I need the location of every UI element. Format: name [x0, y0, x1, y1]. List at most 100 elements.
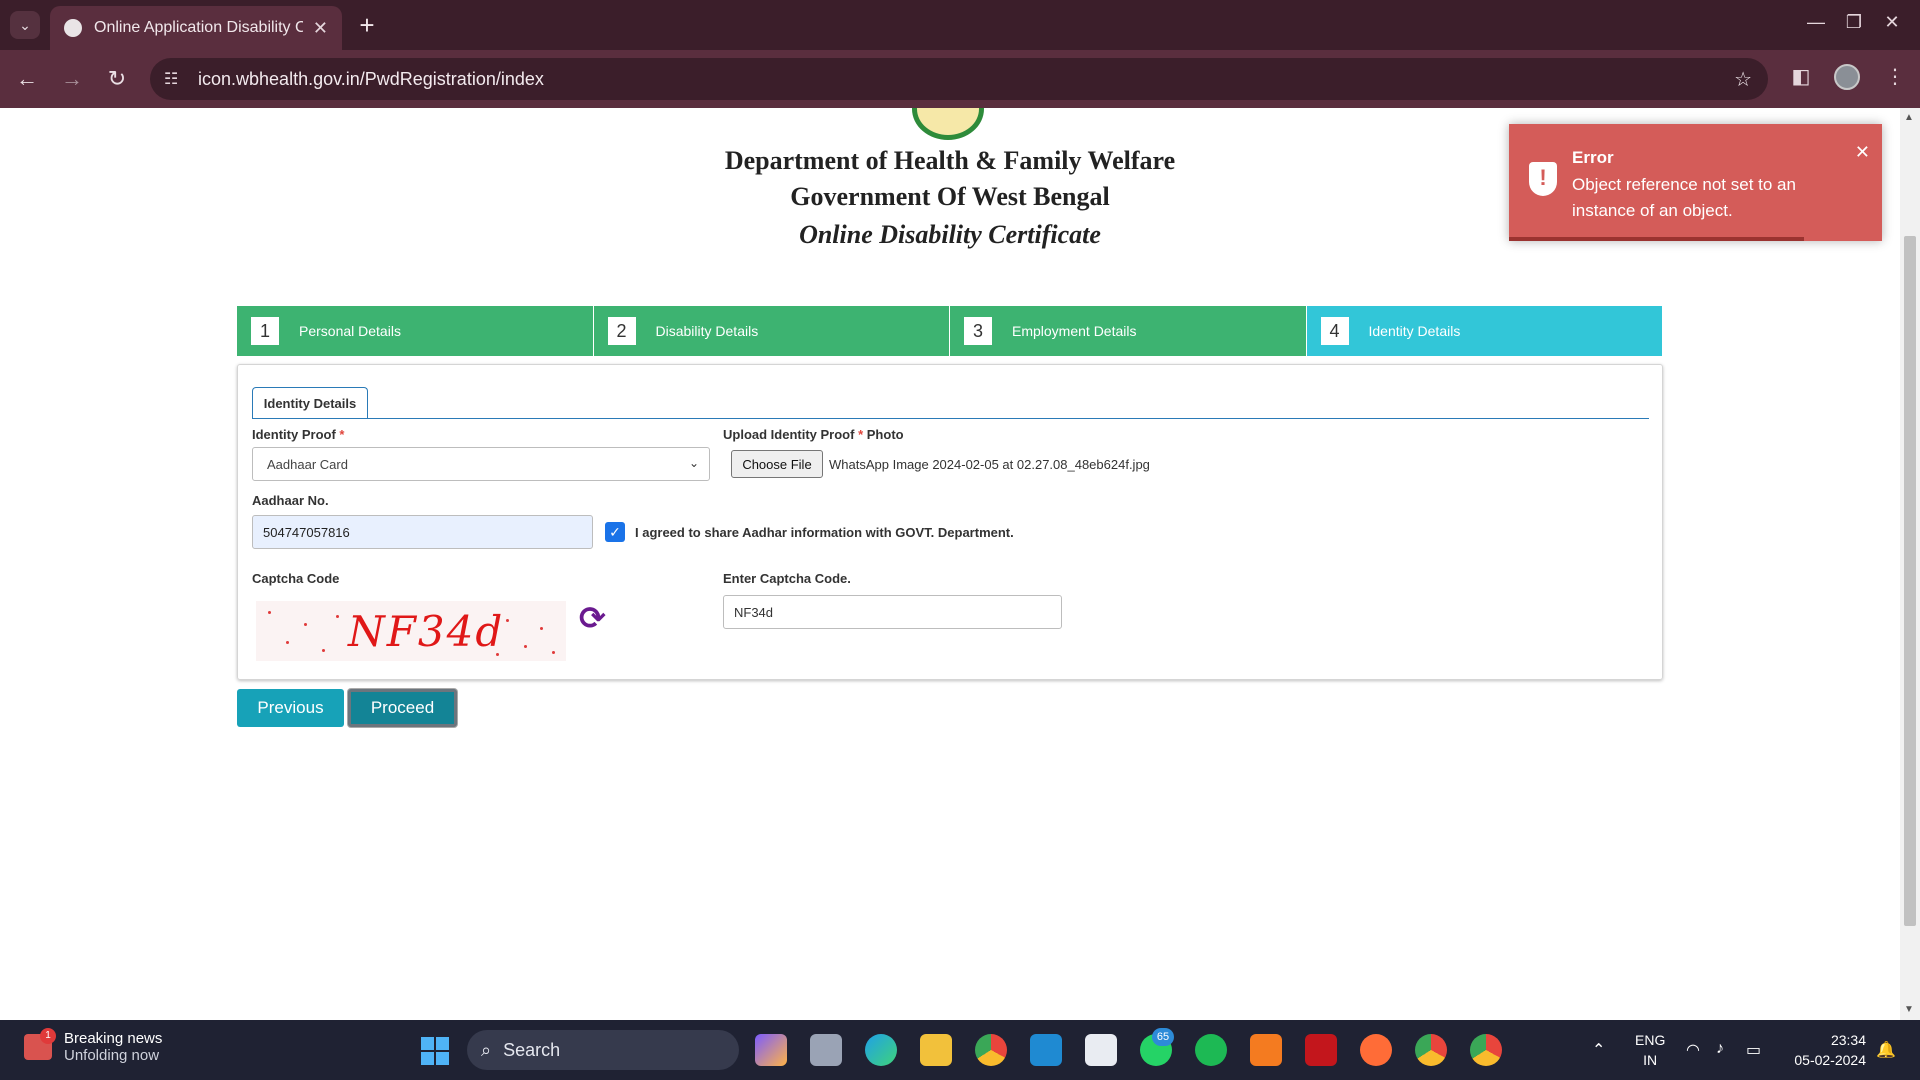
notification-bell-icon[interactable]: 🔔: [1876, 1040, 1896, 1060]
aadhaar-label: Aadhaar No.: [252, 493, 329, 508]
site-info-icon[interactable]: ☷: [164, 69, 186, 89]
system-clock[interactable]: 23:34 05-02-2024: [1782, 1030, 1866, 1070]
required-mark: *: [339, 427, 345, 442]
taskbar-search[interactable]: ⌕ Search: [467, 1030, 739, 1070]
toast-message: Object reference not set to an instance …: [1572, 175, 1796, 220]
search-icon: ⌕: [481, 1039, 492, 1060]
scroll-up-arrow-icon[interactable]: ▲: [1904, 112, 1914, 123]
url-text: icon.wbhealth.gov.in/PwdRegistration/ind…: [198, 68, 544, 89]
identity-proof-select[interactable]: Aadhaar Card ⌄: [252, 447, 710, 481]
restore-icon[interactable]: ❐: [1834, 12, 1874, 33]
chrome-profile-2-icon[interactable]: [1470, 1034, 1502, 1066]
menu-kebab-icon[interactable]: ⋮: [1880, 64, 1910, 89]
captcha-image: NF34d: [256, 601, 566, 661]
upload-label-text: Upload Identity Proof: [723, 427, 855, 442]
browser-tab[interactable]: Online Application Disability Ce ✕: [50, 6, 342, 50]
filezilla-icon[interactable]: [1305, 1034, 1337, 1066]
step-number: 4: [1320, 317, 1349, 345]
copilot-icon[interactable]: [755, 1034, 787, 1066]
step-identity-details[interactable]: 4 Identity Details: [1306, 306, 1662, 356]
step-label: Personal Details: [299, 323, 401, 339]
battery-icon[interactable]: ▭: [1746, 1040, 1761, 1060]
new-tab-button[interactable]: +: [352, 10, 382, 40]
news-subtitle: Unfolding now: [64, 1047, 160, 1064]
bookmark-star-icon[interactable]: ☆: [1734, 67, 1752, 92]
chrome-icon[interactable]: [975, 1034, 1007, 1066]
step-disability-details[interactable]: 2 Disability Details: [593, 306, 950, 356]
close-tab-icon[interactable]: ✕: [313, 18, 328, 39]
step-number: 1: [251, 317, 279, 345]
step-employment-details[interactable]: 3 Employment Details: [950, 306, 1307, 356]
upload-label-suffix: Photo: [866, 427, 904, 442]
lang-line1: ENG: [1635, 1032, 1666, 1048]
task-view-icon[interactable]: [810, 1034, 842, 1066]
tab-search-button[interactable]: ⌄: [10, 11, 40, 39]
captcha-input[interactable]: NF34d: [723, 595, 1062, 629]
address-bar[interactable]: ☷ icon.wbhealth.gov.in/PwdRegistration/i…: [150, 58, 1768, 100]
toast-title: Error: [1572, 148, 1614, 167]
lang-line2: IN: [1643, 1052, 1658, 1068]
page-scrollbar[interactable]: ▲ ▼: [1900, 108, 1920, 1020]
choose-file-button[interactable]: Choose File: [731, 450, 823, 478]
tab-identity-details[interactable]: Identity Details: [252, 387, 368, 419]
minimize-icon[interactable]: —: [1796, 12, 1836, 33]
proceed-button[interactable]: Proceed: [348, 689, 457, 727]
profile-avatar[interactable]: [1834, 64, 1860, 90]
forward-icon[interactable]: →: [57, 64, 87, 94]
chrome-profile-icon[interactable]: [1415, 1034, 1447, 1066]
step-label: Identity Details: [1368, 323, 1461, 339]
aadhaar-input[interactable]: 504747057816: [252, 515, 593, 549]
search-label: Search: [503, 1039, 561, 1060]
wizard-steps: 1 Personal Details 2 Disability Details …: [237, 306, 1662, 356]
reload-icon[interactable]: ↻: [102, 64, 132, 94]
browser-tab-bar: ⌄ Online Application Disability Ce ✕ + —…: [0, 0, 1920, 50]
selected-file-name: WhatsApp Image 2024-02-05 at 02.27.08_48…: [829, 457, 1150, 472]
scroll-down-arrow-icon[interactable]: ▼: [1904, 1004, 1914, 1015]
enter-captcha-label: Enter Captcha Code.: [723, 571, 851, 586]
identity-form-card: Identity Details Identity Proof * Aadhaa…: [237, 364, 1663, 680]
side-panel-icon[interactable]: ◧: [1786, 64, 1816, 89]
wifi-icon[interactable]: ◠: [1686, 1040, 1700, 1060]
windows-taskbar: 1 Breaking news Unfolding now ⌕ Search 6…: [0, 1020, 1920, 1080]
browser-toolbar: ← → ↻ ☷ icon.wbhealth.gov.in/PwdRegistra…: [0, 50, 1920, 108]
toast-progress-bar: [1509, 237, 1804, 241]
news-icon: 1: [24, 1028, 56, 1060]
back-icon[interactable]: ←: [12, 64, 42, 94]
news-badge: 1: [40, 1028, 56, 1044]
edge-icon[interactable]: [865, 1034, 897, 1066]
scrollbar-thumb[interactable]: [1904, 236, 1916, 926]
volume-icon[interactable]: ♪: [1716, 1040, 1724, 1058]
agree-label: I agreed to share Aadhar information wit…: [635, 525, 1014, 540]
language-indicator[interactable]: ENG IN: [1635, 1030, 1665, 1070]
upload-identity-label: Upload Identity Proof * Photo: [723, 427, 904, 442]
vscode-icon[interactable]: [1030, 1034, 1062, 1066]
site-favicon-icon: [64, 19, 82, 37]
tray-chevron-up-icon[interactable]: ⌃: [1592, 1040, 1605, 1060]
step-label: Employment Details: [1012, 323, 1137, 339]
xampp-icon[interactable]: [1250, 1034, 1282, 1066]
spotify-icon[interactable]: [1195, 1034, 1227, 1066]
news-widget[interactable]: 1 Breaking news Unfolding now: [24, 1028, 163, 1064]
news-title: Breaking news: [64, 1030, 163, 1047]
step-personal-details[interactable]: 1 Personal Details: [237, 306, 594, 356]
step-label: Disability Details: [655, 323, 759, 339]
government-emblem-logo: [912, 108, 984, 140]
toast-close-icon[interactable]: ✕: [1855, 142, 1870, 163]
identity-proof-label-text: Identity Proof: [252, 427, 336, 442]
page-content: Department of Health & Family Welfare Go…: [0, 108, 1900, 1020]
previous-button[interactable]: Previous: [237, 689, 344, 727]
chevron-down-icon: ⌄: [688, 456, 699, 470]
postman-icon[interactable]: [1360, 1034, 1392, 1066]
close-window-icon[interactable]: ✕: [1872, 12, 1912, 33]
windows-start-icon[interactable]: [421, 1037, 449, 1065]
file-explorer-icon[interactable]: [920, 1034, 952, 1066]
captcha-image-text: NF34d: [348, 607, 505, 656]
refresh-captcha-icon[interactable]: ⟳: [579, 599, 606, 637]
alert-shield-icon: !: [1529, 162, 1557, 196]
whatsapp-badge: 65: [1152, 1028, 1174, 1046]
captcha-label: Captcha Code: [252, 571, 340, 586]
error-toast: ! Error Object reference not set to an i…: [1509, 124, 1882, 241]
agree-checkbox[interactable]: ✓: [605, 522, 625, 542]
microsoft-store-icon[interactable]: [1085, 1034, 1117, 1066]
tab-title: Online Application Disability Ce: [94, 19, 303, 36]
